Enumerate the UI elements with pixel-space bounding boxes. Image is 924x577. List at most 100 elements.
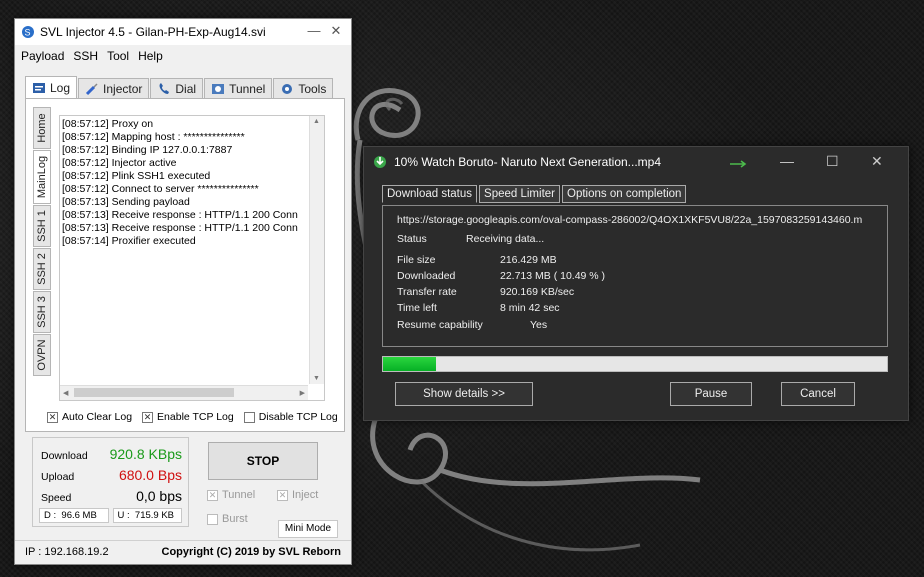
download-label: Download: [41, 450, 88, 462]
scroll-up-icon[interactable]: ▲: [313, 118, 320, 125]
side-tab-strip: Home MainLog SSH 1 SSH 2 SSH 3 OVPN: [33, 107, 51, 377]
tab-tools[interactable]: Tools: [273, 78, 334, 99]
side-tab-ovpn[interactable]: OVPN: [33, 334, 51, 376]
side-tab-ssh1[interactable]: SSH 1: [33, 205, 51, 247]
tab-injector[interactable]: Injector: [78, 78, 150, 99]
log-lines: [08:57:12] Proxy on [08:57:12] Mapping h…: [62, 118, 307, 248]
minimize-icon[interactable]: —: [780, 153, 794, 169]
checkbox-checked-icon: ✕: [142, 411, 154, 423]
download-title: 10% Watch Boruto- Naruto Next Generation…: [394, 155, 662, 169]
log-horizontal-scrollbar[interactable]: ◀ ▶: [60, 385, 308, 400]
svl-titlebar[interactable]: S SVL Injector 4.5 - Gilan-PH-Exp-Aug14.…: [15, 19, 351, 45]
downloaded-label: Downloaded: [397, 270, 456, 282]
download-status-panel: https://storage.googleapis.com/oval-comp…: [382, 205, 888, 347]
gear-icon: [282, 84, 293, 94]
tab-download-status[interactable]: Download status: [382, 185, 478, 203]
disable-tcp-log-label: Disable TCP Log: [258, 411, 338, 423]
log-line: [08:57:13] Receive response : HTTP/1.1 2…: [62, 209, 298, 221]
status-row: Status Receiving data...: [397, 233, 544, 245]
ip-address-text: IP : 192.168.19.2: [25, 546, 109, 558]
speed-row: Speed 0,0 bps: [41, 488, 182, 504]
status-label: Status: [397, 233, 427, 245]
tunnel-checkbox[interactable]: ✕ Tunnel: [207, 489, 255, 501]
log-textbox[interactable]: [08:57:12] Proxy on [08:57:12] Mapping h…: [59, 115, 325, 401]
side-tab-ovpn-label: OVPN: [36, 339, 48, 371]
checkbox-checked-icon: ✕: [277, 489, 288, 501]
side-tab-home[interactable]: Home: [33, 107, 51, 149]
cancel-button[interactable]: Cancel: [781, 382, 855, 406]
menu-help[interactable]: Help: [138, 49, 163, 63]
show-details-button[interactable]: Show details >>: [395, 382, 533, 406]
speed-label: Speed: [41, 492, 72, 504]
minimize-button[interactable]: —: [305, 23, 323, 38]
downloaded-row: Downloaded 22.713 MB ( 10.49 % ): [397, 270, 605, 282]
burst-checkbox[interactable]: Burst: [207, 513, 248, 525]
tab-dial[interactable]: Dial: [150, 78, 204, 99]
download-row: Download 920.8 KBps: [41, 446, 182, 462]
resume-capability-label: Resume capability: [397, 319, 483, 331]
download-dialog: 10% Watch Boruto- Naruto Next Generation…: [363, 146, 909, 421]
download-speed-value: 920.8 KBps: [109, 446, 182, 462]
download-titlebar[interactable]: 10% Watch Boruto- Naruto Next Generation…: [364, 147, 908, 177]
horizontal-scroll-thumb[interactable]: [74, 388, 234, 397]
upload-speed-value: 680.0 Bps: [118, 467, 182, 483]
uploaded-total: U : 715.9 KB: [112, 508, 182, 523]
u-label: U :: [117, 510, 130, 521]
close-button[interactable]: ✕: [327, 23, 345, 39]
time-left-value: 8 min 42 sec: [500, 302, 560, 314]
tab-speed-limiter[interactable]: Speed Limiter: [479, 185, 560, 203]
side-tab-mainlog-label: MainLog: [36, 155, 48, 199]
tab-log[interactable]: Log: [25, 76, 78, 99]
close-icon[interactable]: ✕: [871, 153, 883, 170]
tab-tunnel-label: Tunnel: [229, 82, 266, 96]
burst-label: Burst: [222, 513, 248, 525]
scroll-right-icon[interactable]: ▶: [300, 389, 305, 397]
upload-label: Upload: [41, 471, 75, 483]
maximize-icon[interactable]: ☐: [826, 153, 839, 170]
disable-tcp-log-checkbox[interactable]: Disable TCP Log: [243, 411, 338, 423]
tunnel-icon: [212, 84, 225, 94]
auto-clear-log-label: Auto Clear Log: [62, 411, 133, 423]
traffic-stats-box: Download 920.8 KBps Upload 680.0 Bps Spe…: [32, 437, 189, 527]
checkbox-checked-icon: ✕: [207, 489, 218, 501]
upload-row: Upload 680.0 Bps: [41, 467, 182, 483]
svg-text:S: S: [25, 28, 31, 38]
auto-clear-log-checkbox[interactable]: ✕ Auto Clear Log: [47, 411, 132, 423]
arrow-right-icon: [730, 160, 747, 168]
file-size-value: 216.429 MB: [500, 254, 557, 266]
mini-mode-button[interactable]: Mini Mode: [278, 520, 338, 538]
log-line: [08:57:12] Binding IP 127.0.0.1:7887: [62, 144, 233, 156]
menu-tool[interactable]: Tool: [107, 49, 129, 63]
log-line: [08:57:12] Proxy on: [62, 118, 154, 130]
log-line: [08:57:12] Connect to server ***********…: [62, 183, 259, 195]
downloaded-value: 22.713 MB ( 10.49 % ): [500, 270, 606, 282]
log-line: [08:57:12] Injector active: [62, 157, 177, 169]
side-tab-ssh2[interactable]: SSH 2: [33, 248, 51, 290]
pause-button[interactable]: Pause: [670, 382, 752, 406]
enable-tcp-log-checkbox[interactable]: ✕ Enable TCP Log: [142, 411, 234, 423]
file-size-row: File size 216.429 MB: [397, 254, 557, 266]
menu-ssh[interactable]: SSH: [73, 49, 98, 63]
download-progress-fill: [383, 357, 436, 371]
menu-payload[interactable]: Payload: [21, 49, 64, 63]
side-tab-ssh3[interactable]: SSH 3: [33, 291, 51, 333]
svl-window-title: SVL Injector 4.5 - Gilan-PH-Exp-Aug14.sv…: [40, 25, 266, 39]
inject-checkbox[interactable]: ✕ Inject: [277, 489, 318, 501]
svl-status-bar: IP : 192.168.19.2 Copyright (C) 2019 by …: [15, 540, 351, 563]
side-tab-mainlog[interactable]: MainLog: [33, 150, 51, 204]
u-value: 715.9 KB: [134, 510, 175, 521]
tab-tools-label: Tools: [298, 82, 327, 96]
stop-button[interactable]: STOP: [208, 442, 318, 480]
d-label: D :: [44, 510, 57, 521]
tab-options-on-completion[interactable]: Options on completion: [562, 185, 687, 203]
scroll-left-icon[interactable]: ◀: [63, 389, 68, 397]
side-tab-home-label: Home: [36, 113, 48, 143]
tab-tunnel[interactable]: Tunnel: [204, 78, 273, 99]
download-tab-strip: Download status Speed Limiter Options on…: [382, 185, 688, 203]
scroll-down-icon[interactable]: ▼: [313, 375, 320, 382]
log-vertical-scrollbar[interactable]: ▲ ▼: [309, 116, 324, 384]
checkbox-empty-icon: [207, 513, 218, 525]
d-value: 96.6 MB: [61, 510, 97, 521]
transfer-rate-value: 920.169 KB/sec: [500, 286, 575, 298]
resume-capability-value: Yes: [530, 319, 548, 331]
